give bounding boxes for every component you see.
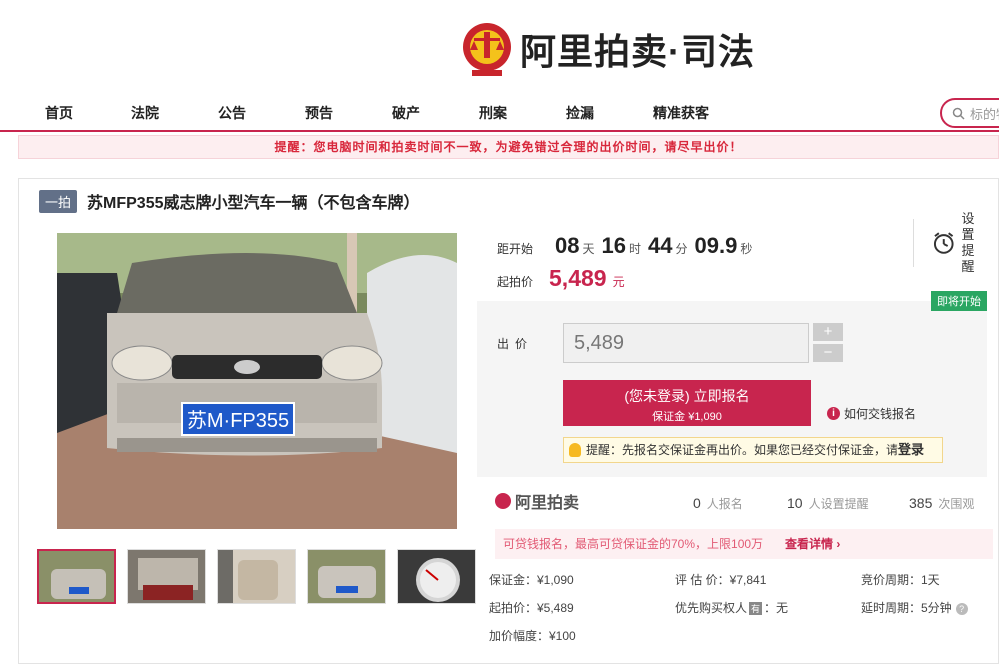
bid-label: 出价 (497, 337, 534, 351)
how-to-pay-link[interactable]: i 如何交钱报名 (827, 405, 916, 422)
how-to-pay-label: 如何交钱报名 (844, 407, 917, 421)
countdown-minutes: 44 (648, 233, 673, 258)
countdown-seconds-unit: 秒 (740, 242, 753, 256)
countdown-days-unit: 天 (582, 242, 595, 256)
signup-count-value: 0 (693, 495, 701, 511)
nav-bankruptcy[interactable]: 破产 (392, 103, 420, 123)
signup-count-label: 人报名 (706, 497, 743, 511)
priority-value: ：无 (764, 601, 789, 615)
cycle-field: 竞价周期：1天 (861, 573, 940, 587)
login-link[interactable]: 登录 (898, 442, 924, 457)
ali-logo-icon (495, 493, 511, 509)
countdown-minutes-unit: 分 (675, 242, 688, 256)
nav-court[interactable]: 法院 (131, 103, 159, 123)
loan-text: 可贷钱报名，最高可贷保证金的70%，上限100万 (503, 537, 764, 551)
countdown: 距开始 08 天 16 时 44 分 09.9 秒 (497, 233, 755, 259)
deposit-field: 保证金：¥1,090 (489, 573, 574, 587)
reminder-label-line1: 设置 (961, 211, 975, 242)
bid-increase-button[interactable]: + (813, 323, 843, 341)
thumbnail-1[interactable] (37, 549, 116, 604)
signup-button[interactable]: (您未登录) 立即报名 保证金 ¥1,090 (563, 380, 811, 426)
alarm-clock-icon (933, 232, 954, 254)
reminder-count-value: 10 (787, 495, 803, 511)
signup-deposit-label: 保证金 ¥1,090 (652, 411, 722, 423)
countdown-hours-unit: 时 (629, 242, 642, 256)
priority-label: 优先购买权人 (675, 601, 748, 615)
nav-announcement[interactable]: 公告 (218, 103, 246, 123)
reminder-count-label: 人设置提醒 (808, 497, 869, 511)
court-emblem-icon (463, 23, 511, 76)
login-hint: 提醒：先报名交保证金再出价。如果您已经交付保证金，请登录 (563, 437, 943, 463)
time-warning: 提醒：您电脑时间和拍卖时间不一致，为避免错过合理的出价时间，请尽早出价！ (18, 135, 999, 159)
loan-banner: 可贷钱报名，最高可贷保证金的70%，上限100万 查看详情 › (495, 529, 993, 559)
thumbnail-3[interactable] (217, 549, 296, 604)
reminder-count: 10 人设置提醒 (787, 495, 869, 512)
site-title: 阿里拍卖·司法 (520, 31, 755, 72)
estimate-field: 评 估 价：¥7,841 (675, 573, 767, 587)
bid-decrease-button[interactable]: − (813, 344, 843, 362)
photo-thumbnails (37, 549, 487, 604)
license-plate: 苏M·FP355 (187, 409, 289, 432)
loan-details-link[interactable]: 查看详情 › (785, 537, 840, 551)
search-icon (952, 107, 965, 120)
bid-amount-input[interactable]: 5,489 (563, 323, 809, 363)
status-badge: 即将开始 (931, 291, 987, 311)
main-nav: 首页 法院 公告 预告 破产 刑案 捡漏 精准获客 (0, 94, 999, 132)
search-input[interactable]: 标的物 (940, 98, 999, 128)
start-price-row: 起拍价 5,489 元 (497, 265, 625, 292)
thumbnail-5[interactable] (397, 549, 476, 604)
countdown-hours: 16 (601, 233, 626, 258)
reminder-label-line2: 提醒 (961, 243, 975, 274)
countdown-seconds: 09.9 (694, 233, 738, 258)
nav-precise-leads[interactable]: 精准获客 (653, 103, 709, 123)
countdown-days: 08 (555, 233, 580, 258)
start-price-label: 起拍价 (497, 275, 534, 289)
nav-preview[interactable]: 预告 (305, 103, 333, 123)
ali-logo-text: 阿里拍卖 (515, 495, 580, 512)
extend-label: 延时周期：5分钟 (861, 601, 952, 615)
nav-home[interactable]: 首页 (45, 103, 73, 123)
site-logo[interactable]: 阿里拍卖·司法 (462, 20, 755, 78)
signup-count: 0 人报名 (693, 495, 743, 512)
signup-button-label: (您未登录) 立即报名 (624, 388, 750, 404)
priority-field: 优先购买权人有：无 (675, 599, 788, 616)
view-count: 385 次围观 (909, 495, 974, 512)
view-count-label: 次围观 (938, 497, 975, 511)
nav-criminal[interactable]: 刑案 (479, 103, 507, 123)
countdown-label: 距开始 (497, 242, 534, 256)
extend-field: 延时周期：5分钟? (861, 599, 968, 616)
help-icon[interactable]: ? (955, 603, 968, 615)
item-title-row: 一拍 苏MFP355威志牌小型汽车一辆（不包含车牌） (39, 189, 420, 213)
nav-bargain[interactable]: 捡漏 (566, 103, 594, 123)
bid-area: 即将开始 出价 5,489 + − (您未登录) 立即报名 保证金 ¥1,090… (477, 291, 987, 477)
login-hint-text: 提醒：先报名交保证金再出价。如果您已经交付保证金，请 (586, 443, 899, 457)
view-count-value: 385 (909, 495, 933, 511)
thumbnail-2[interactable] (127, 549, 206, 604)
main-car-photo[interactable]: 苏M·FP355 (37, 233, 478, 529)
start-price-unit: 元 (612, 275, 625, 289)
round-badge: 一拍 (39, 189, 78, 213)
lightbulb-icon (569, 443, 581, 457)
start-price-value: 5,489 (549, 265, 607, 291)
start-price-field: 起拍价：¥5,489 (489, 601, 574, 615)
ali-auction-logo: 阿里拍卖 (495, 489, 579, 513)
search-placeholder: 标的物 (970, 106, 999, 122)
thumbnail-4[interactable] (307, 549, 386, 604)
increment-field: 加价幅度：¥100 (489, 629, 576, 643)
item-title: 苏MFP355威志牌小型汽车一辆（不包含车牌） (87, 195, 420, 212)
info-icon: i (827, 407, 840, 420)
set-reminder-button[interactable]: 设置 提醒 (913, 211, 987, 274)
item-panel: 一拍 苏MFP355威志牌小型汽车一辆（不包含车牌） 苏M·FP355 距开始 … (18, 178, 999, 664)
priority-tag: 有 (749, 602, 763, 615)
